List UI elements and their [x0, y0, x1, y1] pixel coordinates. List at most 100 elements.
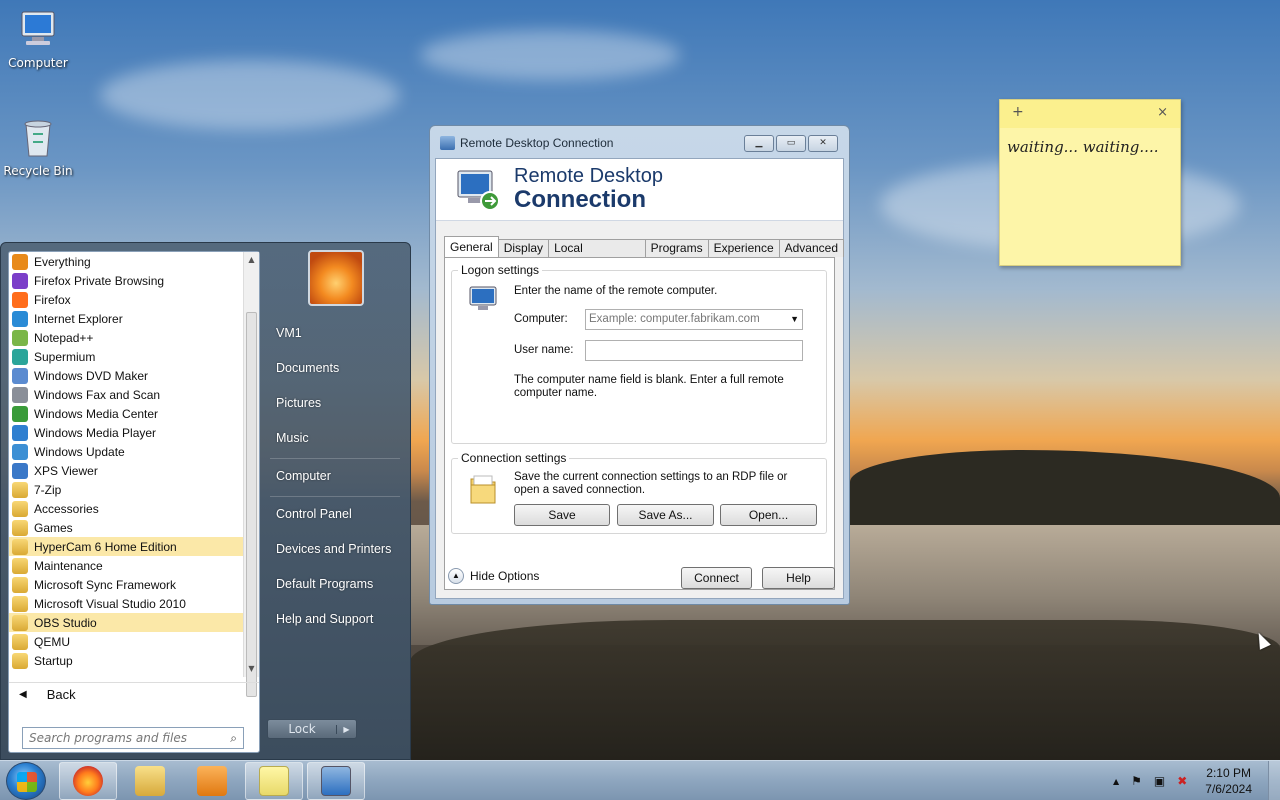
taskbar-sticky-notes[interactable]	[245, 762, 303, 800]
shutdown-options-arrow-icon[interactable]: ▶	[336, 724, 356, 734]
taskbar-remote-desktop[interactable]	[307, 762, 365, 800]
program-label: Maintenance	[34, 558, 103, 573]
program-item[interactable]: Windows Media Center	[9, 404, 245, 423]
program-item[interactable]: 7-Zip	[9, 480, 245, 499]
logon-instruction: Enter the name of the remote computer.	[514, 285, 718, 297]
username-field[interactable]	[585, 340, 803, 361]
taskbar-clock[interactable]: 2:10 PM 7/6/2024	[1205, 765, 1252, 797]
start-link-computer[interactable]: Computer	[276, 469, 331, 483]
program-label: Windows DVD Maker	[34, 368, 149, 383]
start-link-default-programs[interactable]: Default Programs	[276, 577, 373, 591]
close-button[interactable]: ✕	[808, 135, 838, 152]
start-link-documents[interactable]: Documents	[276, 361, 339, 375]
connection-settings-label: Connection settings	[458, 451, 570, 465]
tab-experience[interactable]: Experience	[707, 239, 780, 257]
program-item[interactable]: QEMU	[9, 632, 245, 651]
back-button[interactable]: ◀ Back	[9, 682, 259, 706]
program-item[interactable]: Windows Update	[9, 442, 245, 461]
desktop-icon-recycle-bin[interactable]: Recycle Bin	[0, 116, 76, 178]
cloud	[100, 60, 400, 130]
lock-button[interactable]: Lock ▶	[267, 719, 357, 739]
search-placeholder: Search programs and files	[29, 731, 187, 745]
program-label: XPS Viewer	[34, 463, 98, 478]
program-label: Microsoft Sync Framework	[34, 577, 177, 592]
save-button[interactable]: Save	[514, 504, 610, 526]
close-note-icon[interactable]: ×	[1157, 105, 1168, 120]
folder-icon	[12, 652, 28, 669]
action-center-flag-icon[interactable]: ⚑	[1131, 774, 1142, 788]
desktop-icon-label: Recycle Bin	[3, 164, 73, 178]
back-arrow-icon: ◀	[19, 689, 27, 700]
program-item[interactable]: Supermium	[9, 347, 245, 366]
sticky-note[interactable]: + × waiting... waiting....	[999, 99, 1181, 266]
network-icon[interactable]: ▣	[1154, 774, 1165, 788]
logon-settings-group: Logon settings Enter the name of the rem…	[451, 263, 827, 444]
show-hidden-icons-icon[interactable]: ▲	[1113, 777, 1119, 786]
program-item[interactable]: Firefox Private Browsing	[9, 271, 245, 290]
open-button[interactable]: Open...	[720, 504, 817, 526]
taskbar-explorer[interactable]	[121, 762, 179, 800]
blank-computer-warning: The computer name field is blank. Enter …	[514, 374, 784, 399]
save-as-button[interactable]: Save As...	[617, 504, 714, 526]
maximize-button[interactable]: ▭	[776, 135, 806, 152]
start-search-input[interactable]: Search programs and files ⌕	[22, 727, 244, 749]
tab-advanced[interactable]: Advanced	[778, 239, 844, 257]
program-item[interactable]: Accessories	[9, 499, 245, 518]
help-button[interactable]: Help	[762, 567, 835, 589]
program-item[interactable]: Notepad++	[9, 328, 245, 347]
hide-options-toggle[interactable]: ▲ Hide Options	[448, 568, 539, 584]
start-button[interactable]	[6, 762, 46, 800]
program-item[interactable]: Microsoft Visual Studio 2010	[9, 594, 245, 613]
program-item[interactable]: Internet Explorer	[9, 309, 245, 328]
program-item[interactable]: Microsoft Sync Framework	[9, 575, 245, 594]
rdc-client-area: Remote Desktop Connection General Displa…	[435, 158, 844, 599]
desktop-icon-computer[interactable]: Computer	[0, 8, 76, 70]
program-item[interactable]: Windows Fax and Scan	[9, 385, 245, 404]
volume-muted-icon[interactable]: ✖	[1177, 774, 1187, 788]
start-link-help-support[interactable]: Help and Support	[276, 612, 373, 626]
program-item[interactable]: Games	[9, 518, 245, 537]
program-label: Windows Media Player	[34, 425, 157, 440]
computer-combobox[interactable]: Example: computer.fabrikam.com ▼	[585, 309, 803, 330]
program-item[interactable]: Windows DVD Maker	[9, 366, 245, 385]
taskbar-media-player[interactable]	[183, 762, 241, 800]
recycle-bin-icon	[16, 116, 60, 160]
tab-programs[interactable]: Programs	[644, 239, 709, 257]
tab-local-resources[interactable]: Local Resources	[548, 239, 646, 272]
show-desktop-button[interactable]	[1268, 761, 1280, 800]
programs-scrollbar[interactable]: ▲ ▼	[243, 252, 259, 697]
connect-button[interactable]: Connect	[681, 567, 752, 589]
program-label: QEMU	[34, 634, 70, 649]
scrollbar-thumb[interactable]	[246, 312, 257, 697]
tab-display[interactable]: Display	[497, 239, 550, 257]
taskbar-firefox[interactable]	[59, 762, 117, 800]
start-link-devices-printers[interactable]: Devices and Printers	[276, 542, 391, 556]
program-item[interactable]: OBS Studio	[9, 613, 245, 632]
add-note-icon[interactable]: +	[1012, 104, 1024, 120]
rdc-banner: Remote Desktop Connection	[436, 159, 843, 221]
program-item[interactable]: XPS Viewer	[9, 461, 245, 480]
start-link-pictures[interactable]: Pictures	[276, 396, 321, 410]
chevron-down-icon[interactable]: ▼	[790, 310, 799, 329]
user-account-picture[interactable]	[308, 250, 364, 306]
sticky-note-text[interactable]: waiting... waiting....	[1007, 138, 1158, 156]
xps-viewer-icon	[12, 462, 28, 479]
start-link-music[interactable]: Music	[276, 431, 309, 445]
scroll-down-arrow[interactable]: ▼	[244, 661, 259, 677]
tab-general[interactable]: General	[444, 236, 499, 257]
scroll-up-arrow[interactable]: ▲	[244, 252, 259, 268]
program-item[interactable]: Firefox	[9, 290, 245, 309]
media-center-icon	[12, 405, 28, 422]
minimize-button[interactable]: ▁	[744, 135, 774, 152]
program-item[interactable]: Maintenance	[9, 556, 245, 575]
start-link-user[interactable]: VM1	[276, 326, 302, 340]
program-item[interactable]: Startup	[9, 651, 245, 670]
start-link-control-panel[interactable]: Control Panel	[276, 507, 352, 521]
program-label: Internet Explorer	[34, 311, 123, 326]
program-item[interactable]: HyperCam 6 Home Edition	[9, 537, 245, 556]
start-menu-programs-pane: Everything Firefox Private Browsing Firefo…	[8, 251, 260, 753]
folder-icon	[12, 576, 28, 593]
program-item[interactable]: Everything	[9, 252, 245, 271]
program-item[interactable]: Windows Media Player	[9, 423, 245, 442]
desktop-icon-label: Computer	[8, 56, 68, 70]
